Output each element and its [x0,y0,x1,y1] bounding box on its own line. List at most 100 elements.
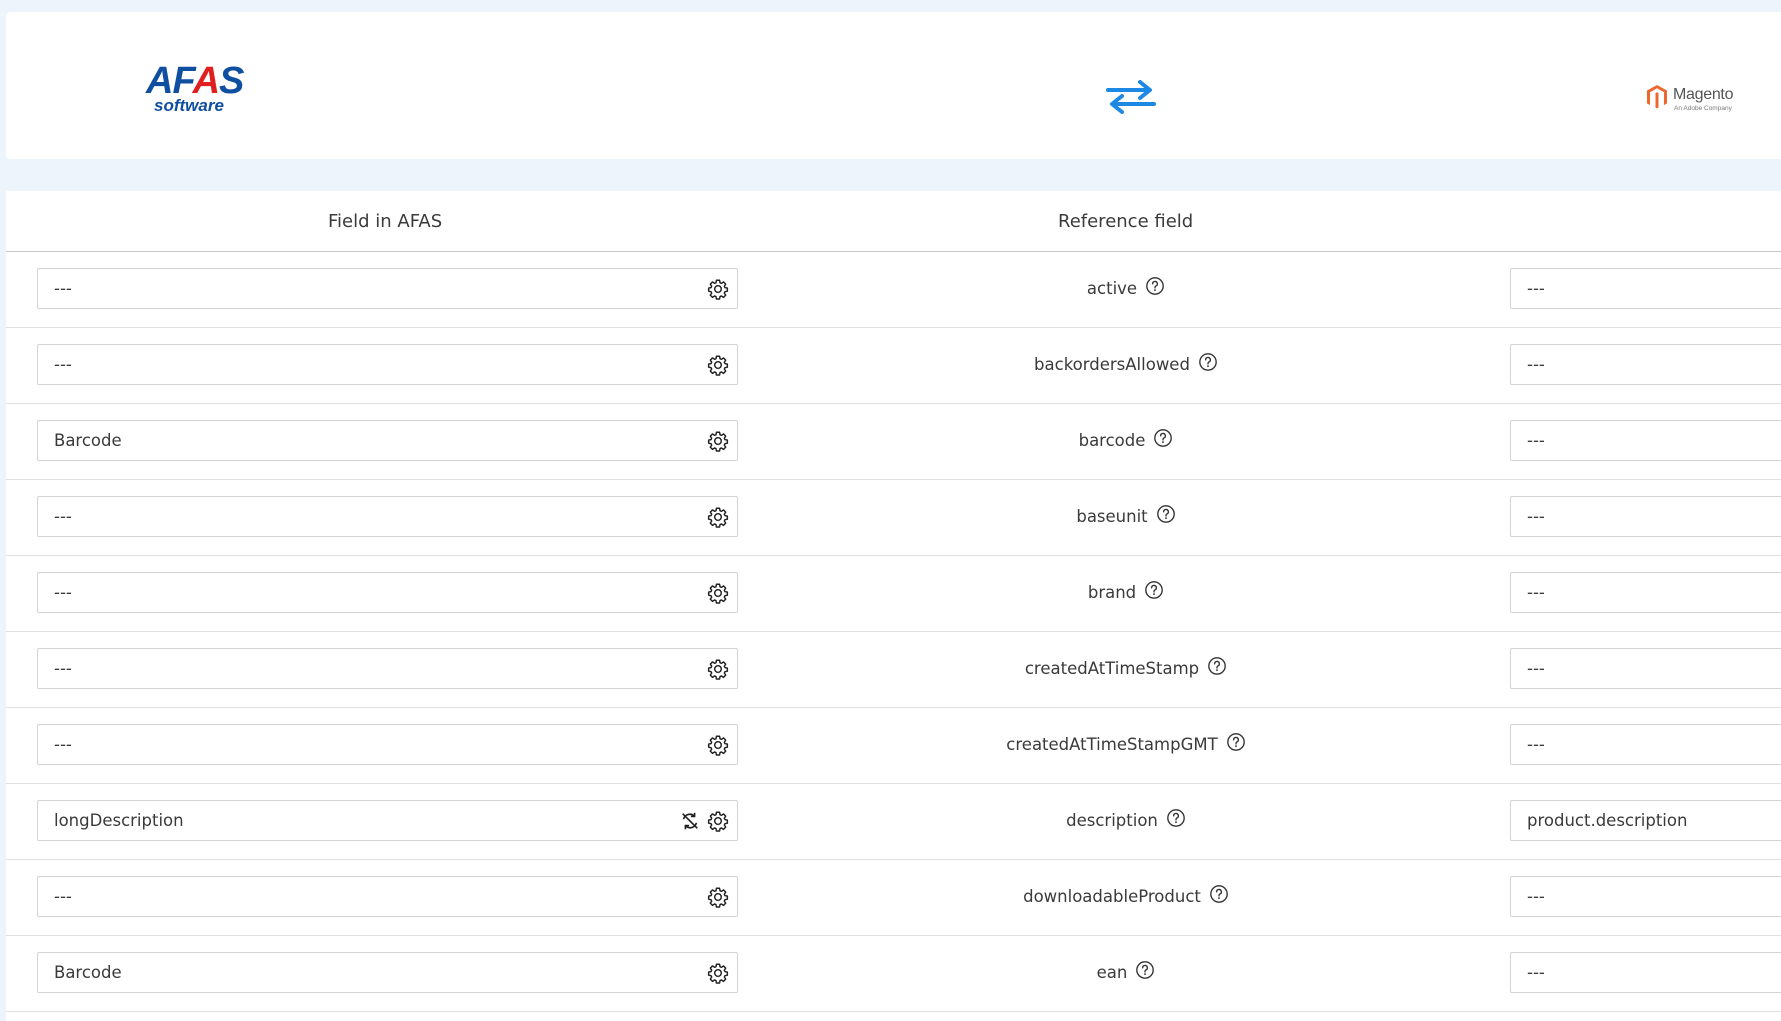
bidirectional-arrows-icon [1106,80,1156,114]
gear-icon[interactable] [707,582,729,604]
table-row: --- downloadableProduct --- [6,860,1781,936]
target-field-select[interactable]: --- [1510,952,1781,993]
gear-icon[interactable] [707,658,729,680]
afas-logo: AFAS software [146,60,244,124]
help-icon[interactable] [1145,276,1165,300]
reference-field-label: createdAtTimeStamp [1024,659,1200,678]
source-field-value: --- [54,583,72,602]
reference-field-label: active [1086,279,1138,298]
source-field-select[interactable]: Barcode [37,952,738,993]
column-header-source: Field in AFAS [328,211,443,232]
table-row: Barcode ean --- [6,936,1781,1012]
gear-icon[interactable] [707,278,729,300]
table-row: --- baseunit --- [6,480,1781,556]
reference-field-label: baseunit [1076,507,1148,526]
table-row: Barcode barcode --- [6,404,1781,480]
source-field-value: --- [54,735,72,754]
reference-field: ean [766,960,1486,984]
gear-icon[interactable] [707,354,729,376]
source-field-select[interactable]: longDescription [37,800,738,841]
magento-logo: Magento An Adobe Company [1646,82,1766,118]
source-field-select[interactable]: Barcode [37,420,738,461]
target-field-value: --- [1527,279,1545,298]
magento-logo-name: Magento [1673,86,1734,103]
source-field-value: --- [54,279,72,298]
target-field-value: --- [1527,659,1545,678]
target-field-select[interactable]: product.description [1510,800,1781,841]
target-field-value: --- [1527,507,1545,526]
help-icon[interactable] [1144,580,1164,604]
target-field-select[interactable]: --- [1510,876,1781,917]
source-field-select[interactable]: --- [37,268,738,309]
target-field-select[interactable]: --- [1510,496,1781,537]
table-row: --- createdAtTimeStamp --- [6,632,1781,708]
gear-icon[interactable] [707,506,729,528]
target-field-select[interactable]: --- [1510,724,1781,765]
gear-icon[interactable] [707,810,729,832]
gear-icon[interactable] [707,430,729,452]
reference-field-label: description [1066,811,1158,830]
source-field-value: --- [54,507,72,526]
reference-field: createdAtTimeStampGMT [766,732,1486,756]
help-icon[interactable] [1156,504,1176,528]
table-row: --- backordersAllowed --- [6,328,1781,404]
reference-field: brand [766,580,1486,604]
target-field-select[interactable]: --- [1510,648,1781,689]
reference-field-label: backordersAllowed [1034,355,1190,374]
target-field-select[interactable]: --- [1510,268,1781,309]
table-row: --- brand --- [6,556,1781,632]
magento-logo-tagline: An Adobe Company [1674,105,1732,112]
source-field-value: longDescription [54,811,184,830]
target-field-value: --- [1527,887,1545,906]
column-header-reference: Reference field [1058,211,1194,232]
table-row: longDescription description product.descri… [6,784,1781,860]
afas-logo-word: AFAS [146,60,244,102]
reference-field-label: ean [1096,963,1128,982]
help-icon[interactable] [1198,352,1218,376]
source-field-select[interactable]: --- [37,724,738,765]
source-field-select[interactable]: --- [37,572,738,613]
source-field-value: Barcode [54,431,122,450]
reference-field: baseunit [766,504,1486,528]
source-field-select[interactable]: --- [37,496,738,537]
help-icon[interactable] [1166,808,1186,832]
target-field-select[interactable]: --- [1510,344,1781,385]
table-header: Field in AFAS Reference field [6,191,1781,252]
reference-field-label: downloadableProduct [1023,887,1201,906]
source-field-value: --- [54,887,72,906]
reset-mapping-icon[interactable] [679,810,701,832]
help-icon[interactable] [1209,884,1229,908]
target-field-select[interactable]: --- [1510,572,1781,613]
help-icon[interactable] [1226,732,1246,756]
target-field-select[interactable]: --- [1510,420,1781,461]
source-field-select[interactable]: --- [37,648,738,689]
gear-icon[interactable] [707,962,729,984]
reference-field: backordersAllowed [766,352,1486,376]
reference-field: barcode [766,428,1486,452]
target-field-value: --- [1527,735,1545,754]
table-row: --- active --- [6,252,1781,328]
reference-field: downloadableProduct [766,884,1486,908]
field-mapping-table: Field in AFAS Reference field --- active -… [6,191,1781,1021]
reference-field: createdAtTimeStamp [766,656,1486,680]
reference-field: active [766,276,1486,300]
target-field-value: --- [1527,963,1545,982]
help-icon[interactable] [1135,960,1155,984]
gear-icon[interactable] [707,886,729,908]
reference-field-label: brand [1087,583,1137,602]
source-field-value: --- [54,659,72,678]
source-field-select[interactable]: --- [37,344,738,385]
source-field-select[interactable]: --- [37,876,738,917]
source-field-value: --- [54,355,72,374]
reference-field-label: createdAtTimeStampGMT [1006,735,1218,754]
target-field-value: --- [1527,583,1545,602]
gear-icon[interactable] [707,734,729,756]
reference-field: description [766,808,1486,832]
help-icon[interactable] [1207,656,1227,680]
target-field-value: --- [1527,355,1545,374]
table-row: --- createdAtTimeStampGMT --- [6,708,1781,784]
help-icon[interactable] [1153,428,1173,452]
reference-field-label: barcode [1078,431,1146,450]
magento-mark-icon [1647,85,1667,109]
connection-header: AFAS software Magento An Adobe Company [6,12,1781,159]
